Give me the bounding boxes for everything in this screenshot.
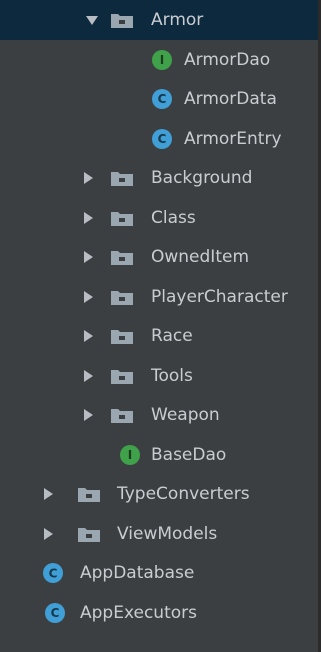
tree-node-label: Background bbox=[151, 168, 253, 189]
tree-node-label: Weapon bbox=[151, 405, 220, 426]
tree-node-armorentry[interactable]: C ArmorEntry bbox=[0, 119, 321, 159]
triangle-right-icon[interactable] bbox=[80, 317, 96, 357]
tree-node-race[interactable]: Race bbox=[0, 317, 321, 357]
tree-node-label: BaseDao bbox=[151, 444, 227, 465]
package-folder-icon bbox=[111, 277, 133, 317]
tree-node-label: ArmorEntry bbox=[184, 128, 282, 149]
tree-node-label: AppDatabase bbox=[80, 563, 195, 584]
tree-node-label: AppExecutors bbox=[80, 602, 197, 623]
triangle-right-icon[interactable] bbox=[80, 277, 96, 317]
tree-node-label: Class bbox=[151, 207, 196, 228]
package-folder-icon bbox=[111, 198, 133, 238]
class-icon: C bbox=[45, 593, 65, 633]
package-folder-icon bbox=[111, 0, 133, 40]
tree-node-label: ViewModels bbox=[117, 523, 218, 544]
tree-node-armordao[interactable]: I ArmorDao bbox=[0, 40, 321, 80]
triangle-right-icon[interactable] bbox=[80, 159, 96, 199]
tree-node-label: OwnedItem bbox=[151, 247, 250, 268]
tree-node-weapon[interactable]: Weapon bbox=[0, 396, 321, 436]
tree-node-label: TypeConverters bbox=[117, 484, 250, 505]
triangle-right-icon[interactable] bbox=[80, 356, 96, 396]
package-folder-icon bbox=[78, 475, 100, 515]
tree-node-typeconverters[interactable]: TypeConverters bbox=[0, 475, 321, 515]
svg-text:C: C bbox=[49, 567, 58, 581]
abstract-class-icon: C bbox=[40, 554, 66, 594]
tree-node-label: PlayerCharacter bbox=[151, 286, 288, 307]
interface-icon: I bbox=[120, 435, 140, 475]
package-folder-icon bbox=[78, 514, 100, 554]
tree-node-label: ArmorDao bbox=[184, 49, 271, 70]
tree-node-label: ArmorData bbox=[184, 89, 277, 110]
triangle-right-icon[interactable] bbox=[40, 475, 56, 515]
tree-node-owneditem[interactable]: OwnedItem bbox=[0, 238, 321, 278]
tree-node-viewmodels[interactable]: ViewModels bbox=[0, 514, 321, 554]
tree-node-label: Armor bbox=[151, 10, 204, 30]
tree-node-armordata[interactable]: C ArmorData bbox=[0, 80, 321, 120]
triangle-down-icon[interactable] bbox=[84, 0, 100, 40]
triangle-right-icon[interactable] bbox=[40, 514, 56, 554]
project-tree: Armor I ArmorDao C ArmorData C ArmorEntr… bbox=[0, 0, 321, 633]
tree-node-label: Tools bbox=[151, 365, 193, 386]
tree-node-background[interactable]: Background bbox=[0, 159, 321, 199]
package-folder-icon bbox=[111, 396, 133, 436]
package-folder-icon bbox=[111, 159, 133, 199]
triangle-right-icon[interactable] bbox=[80, 238, 96, 278]
triangle-right-icon[interactable] bbox=[80, 396, 96, 436]
tree-node-class[interactable]: Class bbox=[0, 198, 321, 238]
tree-node-basedao[interactable]: I BaseDao bbox=[0, 435, 321, 475]
package-folder-icon bbox=[111, 356, 133, 396]
package-folder-icon bbox=[111, 317, 133, 357]
triangle-right-icon[interactable] bbox=[80, 198, 96, 238]
package-folder-icon bbox=[111, 238, 133, 278]
interface-icon: I bbox=[152, 40, 172, 80]
tree-node-appdatabase[interactable]: C AppDatabase bbox=[0, 554, 321, 594]
tree-node-playercharacter[interactable]: PlayerCharacter bbox=[0, 277, 321, 317]
tree-node-tools[interactable]: Tools bbox=[0, 356, 321, 396]
tree-node-appexecutors[interactable]: C AppExecutors bbox=[0, 593, 321, 633]
class-icon: C bbox=[152, 80, 172, 120]
tree-node-label: Race bbox=[151, 326, 193, 347]
class-icon: C bbox=[152, 119, 172, 159]
tree-node-armor[interactable]: Armor bbox=[0, 0, 321, 40]
